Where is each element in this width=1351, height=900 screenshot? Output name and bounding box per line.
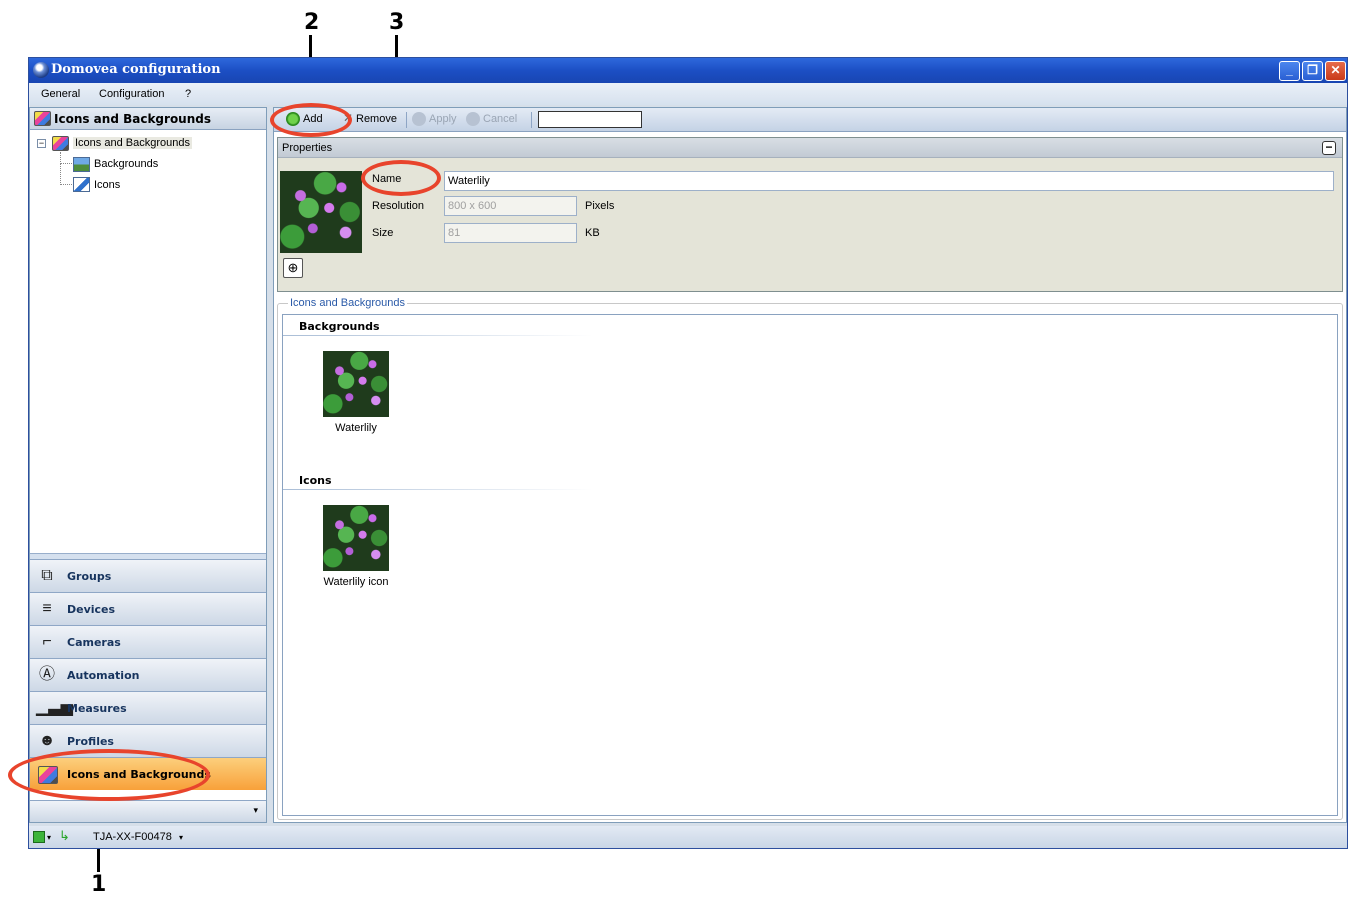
nav-automation-label: Automation [67, 669, 140, 682]
nav-devices[interactable]: ≡ Devices [30, 592, 266, 625]
window-title: Domovea configuration [51, 62, 221, 77]
nav-overflow-icon[interactable]: ▾ [253, 805, 258, 816]
minimize-button[interactable]: _ [1279, 61, 1300, 81]
apply-icon [412, 112, 426, 126]
remove-button[interactable]: Remove [356, 113, 397, 125]
zoom-icon[interactable]: ⊕ [283, 258, 303, 278]
nav-profiles-label: Profiles [67, 735, 114, 748]
groups-icon: ⧉ [41, 567, 53, 584]
name-field[interactable]: Waterlily [444, 171, 1334, 191]
thumbnail-caption: Waterlily icon [323, 576, 389, 588]
nav-measures-label: Measures [67, 702, 127, 715]
main-panel: Add ✕ Remove Apply Cancel Properties − ⊕… [273, 107, 1347, 823]
nav-cameras-label: Cameras [67, 636, 121, 649]
properties-panel: Properties − ⊕ Name Waterlily Resolution… [277, 137, 1343, 292]
menu-bar: General Configuration ? [29, 83, 1347, 105]
properties-header: Properties − [278, 138, 1342, 158]
resolution-label: Resolution [372, 200, 424, 212]
automation-icon: Ⓐ [38, 666, 55, 683]
thumbnail-caption: Waterlily [335, 422, 377, 434]
toolbar-separator [531, 112, 532, 128]
toolbar-separator [406, 112, 407, 128]
nav-header-title: Icons and Backgrounds [54, 112, 212, 126]
group-title-backgrounds: Backgrounds [299, 320, 380, 333]
nav-groups[interactable]: ⧉ Groups [30, 559, 266, 592]
highlight-add [270, 103, 352, 137]
menu-configuration[interactable]: Configuration [99, 88, 164, 100]
nav-header: Icons and Backgrounds [30, 108, 266, 130]
toolbar: Add ✕ Remove Apply Cancel [274, 108, 1346, 132]
nav-measures[interactable]: ▁▃▅ Measures [30, 691, 266, 724]
device-status[interactable]: TJA-XX-F00478 [93, 831, 172, 843]
connection-icon: ↳ [59, 828, 70, 843]
icons-backgrounds-icon [34, 111, 51, 126]
callout-1: 1 [91, 872, 107, 897]
landscape-icon [73, 157, 90, 172]
navigation-pane: Icons and Backgrounds − Icons and Backgr… [29, 107, 267, 823]
tree-connector [60, 164, 72, 185]
size-unit: KB [585, 227, 600, 239]
nav-cameras[interactable]: ⌐ Cameras [30, 625, 266, 658]
callout-2: 2 [304, 10, 320, 35]
group-divider [283, 489, 593, 490]
resolution-unit: Pixels [585, 200, 615, 212]
menu-general[interactable]: General [41, 88, 80, 100]
close-button[interactable]: ✕ [1325, 61, 1346, 81]
thumbnail-waterlily-icon[interactable] [323, 505, 389, 571]
tree-item-icons[interactable]: Icons [94, 179, 120, 191]
properties-title: Properties [282, 142, 333, 154]
nav-groups-label: Groups [67, 570, 112, 583]
profiles-icon: ☻ [38, 732, 56, 749]
tree-connector [60, 152, 72, 164]
group-divider [283, 335, 593, 336]
tree-root-icon [52, 136, 69, 151]
cancel-icon [466, 112, 480, 126]
size-field: 81 [444, 223, 577, 243]
app-window: Domovea configuration _ ❐ ✕ General Conf… [28, 57, 1348, 849]
nav-automation[interactable]: Ⓐ Automation [30, 658, 266, 691]
dropdown-icon[interactable]: ▾ [47, 833, 59, 845]
tree-root[interactable]: Icons and Backgrounds [73, 137, 192, 149]
menu-help[interactable]: ? [185, 88, 191, 100]
devices-icon: ≡ [42, 600, 52, 617]
callout-3: 3 [389, 10, 405, 35]
status-bar: ▾ ↳ TJA-XX-F00478 ▾ [29, 826, 1347, 848]
camera-icon: ⌐ [42, 633, 52, 650]
search-input[interactable] [538, 111, 642, 128]
app-logo-icon [33, 62, 49, 78]
preview-image [280, 171, 362, 253]
apply-button[interactable]: Apply [429, 113, 457, 125]
nav-devices-label: Devices [67, 603, 116, 616]
restore-button[interactable]: ❐ [1302, 61, 1323, 81]
gallery-view: Backgrounds Waterlily Icons Waterlily ic… [282, 314, 1338, 816]
resolution-field: 800 x 600 [444, 196, 577, 216]
device-dropdown-icon[interactable]: ▾ [179, 833, 191, 845]
measures-icon: ▁▃▅ [36, 699, 73, 716]
gallery-legend: Icons and Backgrounds [288, 297, 407, 309]
collapse-icon[interactable]: − [1322, 141, 1336, 155]
tree-expand-toggle[interactable]: − [37, 139, 46, 148]
title-bar[interactable]: Domovea configuration _ ❐ ✕ [29, 58, 1347, 83]
windows-icon[interactable] [33, 831, 45, 843]
highlight-nav-icons-backgrounds [8, 749, 210, 801]
gallery-group: Icons and Backgrounds Backgrounds Waterl… [277, 297, 1343, 820]
group-title-icons: Icons [299, 474, 332, 487]
thumbnail-waterlily[interactable] [323, 351, 389, 417]
tree-item-backgrounds[interactable]: Backgrounds [94, 158, 158, 170]
size-label: Size [372, 227, 394, 239]
nav-footer: ▾ [30, 800, 266, 822]
icons-folder-icon [73, 177, 90, 192]
highlight-name [361, 160, 441, 196]
cancel-button[interactable]: Cancel [483, 113, 517, 125]
